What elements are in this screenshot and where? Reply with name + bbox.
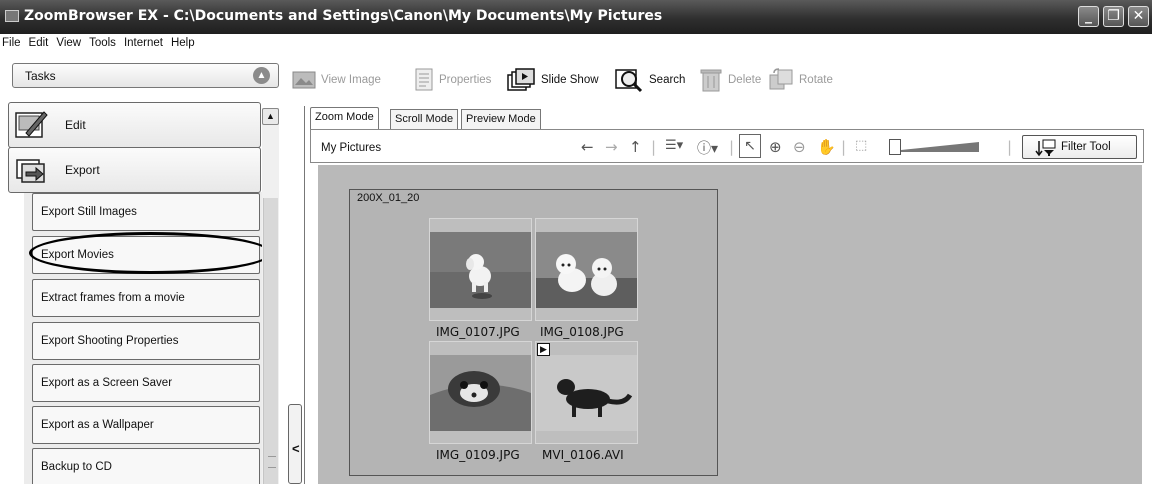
search-icon xyxy=(615,69,643,93)
scrollbar-thumb[interactable] xyxy=(263,198,278,484)
collapse-left-icon: < xyxy=(292,441,300,456)
tab-preview-mode[interactable]: Preview Mode xyxy=(461,109,541,129)
zoom-slider-track[interactable] xyxy=(901,140,981,154)
separator: | xyxy=(841,138,847,156)
file-name: IMG_0108.JPG xyxy=(540,325,624,339)
task-category-export[interactable]: Export xyxy=(8,147,261,193)
toolbar: View Image Properties Slide Show Search xyxy=(288,61,1152,97)
rotate-icon xyxy=(769,68,793,90)
file-name: IMG_0107.JPG xyxy=(436,325,520,339)
view-image-button[interactable]: View Image xyxy=(292,67,381,93)
scrollbar-grip-icon xyxy=(268,456,276,468)
filter-tool-label: Filter Tool xyxy=(1061,141,1111,153)
minimize-button[interactable]: _ xyxy=(1078,6,1099,27)
collapse-up-icon[interactable]: ▲ xyxy=(253,67,270,84)
trash-icon xyxy=(700,69,722,92)
rotate-button[interactable]: Rotate xyxy=(768,67,833,93)
separator: | xyxy=(1007,138,1013,156)
task-export-screen-saver[interactable]: Export as a Screen Saver xyxy=(32,364,260,402)
delete-button[interactable]: Delete xyxy=(699,67,761,93)
search-button[interactable]: Search xyxy=(614,67,685,93)
properties-label: Properties xyxy=(439,74,492,86)
tasks-scrollbar[interactable]: ▲ xyxy=(262,108,279,484)
task-item-label: Export Shooting Properties xyxy=(41,335,179,347)
tasks-label: Tasks xyxy=(25,69,56,83)
separator: | xyxy=(651,138,657,156)
task-item-label: Export Still Images xyxy=(41,206,137,218)
task-export-movies[interactable]: Export Movies xyxy=(32,236,260,274)
photo-dog-thumbnail[interactable] xyxy=(430,232,531,308)
task-item-label: Export as a Screen Saver xyxy=(41,377,173,389)
properties-icon xyxy=(415,68,433,91)
export-icon xyxy=(16,159,45,183)
task-item-label: Backup to CD xyxy=(41,461,112,473)
tab-scroll-mode[interactable]: Scroll Mode xyxy=(390,109,459,129)
movie-file-icon: ▶ xyxy=(537,343,550,356)
task-item-label: Export Movies xyxy=(41,249,114,261)
view-image-icon xyxy=(292,71,316,89)
menu-view[interactable]: View xyxy=(52,34,85,49)
photo-ferret-thumbnail[interactable] xyxy=(430,355,531,431)
rotate-label: Rotate xyxy=(799,74,833,86)
view-image-label: View Image xyxy=(321,74,381,86)
menu-file[interactable]: File xyxy=(0,34,25,49)
pointer-tool-icon[interactable]: ↖ xyxy=(739,134,761,158)
info-menu-icon[interactable]: ⓘ▾ xyxy=(697,138,718,158)
menu-edit[interactable]: Edit xyxy=(25,34,53,49)
task-export-shooting-properties[interactable]: Export Shooting Properties xyxy=(32,322,260,360)
slide-show-label: Slide Show xyxy=(541,74,599,86)
menu-help[interactable]: Help xyxy=(167,34,199,49)
fit-icon[interactable]: ⬚ xyxy=(855,138,867,153)
file-name: MVI_0106.AVI xyxy=(542,448,624,462)
task-item-label: Export as a Wallpaper xyxy=(41,419,154,431)
file-name: IMG_0109.JPG xyxy=(436,448,520,462)
zoom-slider-handle[interactable] xyxy=(889,139,901,155)
tab-zoom-mode[interactable]: Zoom Mode xyxy=(310,107,379,129)
photo-two-dogs-thumbnail[interactable] xyxy=(536,232,637,308)
filter-tool-button[interactable]: Filter Tool xyxy=(1022,135,1137,159)
slide-show-button[interactable]: Slide Show xyxy=(506,67,599,93)
task-backup-to-cd[interactable]: Backup to CD xyxy=(32,448,260,484)
filter-icon xyxy=(1035,139,1056,157)
forward-arrow-icon[interactable]: → xyxy=(605,138,618,156)
location-label: My Pictures xyxy=(321,142,382,154)
folder-name: 200X_01_20 xyxy=(357,192,420,204)
properties-button[interactable]: Properties xyxy=(414,67,491,93)
delete-label: Delete xyxy=(728,74,762,86)
separator: | xyxy=(729,138,735,156)
hand-tool-icon[interactable]: ✋ xyxy=(817,138,836,156)
menu-bar: File Edit View Tools Internet Help xyxy=(0,34,1152,54)
panel-collapse-handle[interactable]: < xyxy=(288,404,302,484)
menu-internet[interactable]: Internet xyxy=(120,34,167,49)
title-bar: ZoomBrowser EX - C:\Documents and Settin… xyxy=(0,0,1152,34)
task-export-wallpaper[interactable]: Export as a Wallpaper xyxy=(32,406,260,444)
tasks-header[interactable]: Tasks ▲ xyxy=(12,63,279,88)
folder-group xyxy=(349,189,718,476)
scroll-up-arrow-icon[interactable]: ▲ xyxy=(262,108,279,125)
slide-show-icon xyxy=(507,68,535,91)
app-icon xyxy=(5,10,19,22)
zoom-in-icon[interactable]: ⊕ xyxy=(769,138,782,156)
navigation-bar: My Pictures ← → ↑ | ☰▾ ⓘ▾ | ↖ ⊕ ⊖ ✋ | ⬚ … xyxy=(310,129,1144,163)
task-category-label: Edit xyxy=(65,118,86,132)
window-title: ZoomBrowser EX - C:\Documents and Settin… xyxy=(24,8,663,24)
menu-tools[interactable]: Tools xyxy=(85,34,120,49)
up-folder-icon[interactable]: ↑ xyxy=(629,138,642,156)
close-button[interactable]: ✕ xyxy=(1128,6,1149,27)
task-export-still-images[interactable]: Export Still Images xyxy=(32,193,260,231)
task-category-label: Export xyxy=(65,163,100,177)
task-extract-frames[interactable]: Extract frames from a movie xyxy=(32,279,260,317)
restore-button[interactable]: ❐ xyxy=(1103,6,1124,27)
back-arrow-icon[interactable]: ← xyxy=(581,138,594,156)
select-menu-icon[interactable]: ☰▾ xyxy=(665,138,683,153)
movie-ferret-thumbnail[interactable] xyxy=(536,355,637,431)
edit-icon xyxy=(15,111,48,138)
search-label: Search xyxy=(649,74,686,86)
zoom-out-icon[interactable]: ⊖ xyxy=(793,138,806,156)
task-item-label: Extract frames from a movie xyxy=(41,292,185,304)
task-category-edit[interactable]: Edit xyxy=(8,102,261,148)
